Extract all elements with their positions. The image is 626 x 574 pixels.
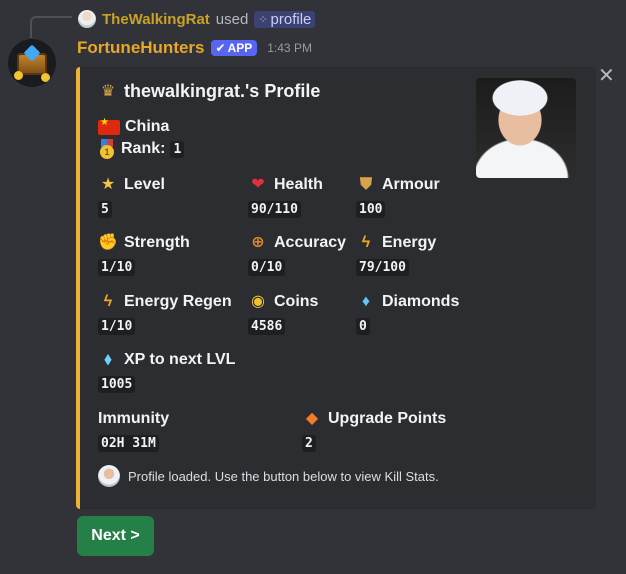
field-value: 0 (356, 318, 370, 335)
field-energy: ϟ Energy 79/100 (356, 232, 436, 276)
command-name: profile (270, 10, 312, 28)
reply-connector (30, 16, 72, 38)
medal-icon: 1 (98, 139, 116, 159)
footer-avatar (98, 465, 120, 487)
app-badge: ✔ APP (210, 40, 258, 56)
country-name: China (125, 118, 170, 135)
field-value: 90/110 (248, 201, 301, 218)
upgrade-gem-icon: ◆ (305, 410, 319, 427)
field-value: 1/10 (98, 259, 136, 276)
close-icon[interactable]: ✕ (598, 66, 615, 86)
field-label: Level (124, 176, 165, 193)
field-value: 5 (98, 201, 112, 218)
shield-icon: ⛊ (359, 176, 372, 193)
field-label: Energy (382, 234, 437, 251)
field-label: Armour (382, 176, 440, 193)
field-level: ★ Level 5 (98, 174, 165, 218)
lightning-regen-icon: ϟ (103, 293, 113, 310)
footer-text: Profile loaded. Use the button below to … (128, 468, 439, 484)
field-armour: ⛊ Armour 100 (356, 174, 440, 218)
lightning-icon: ϟ (361, 234, 371, 251)
star-icon: ★ (100, 176, 116, 193)
field-strength: ✊ Strength 1/10 (98, 232, 190, 276)
replied-username[interactable]: TheWalkingRat (102, 11, 210, 28)
field-energy-regen: ϟ Energy Regen 1/10 (98, 291, 232, 335)
field-label: Coins (274, 293, 319, 310)
message-timestamp[interactable]: 1:43 PM (267, 41, 312, 55)
field-value: 0/10 (248, 259, 286, 276)
field-value: 1005 (98, 376, 136, 393)
profile-embed: ♛ thewalkingrat.'s Profile China 1 Rank:… (76, 67, 596, 509)
field-value: 100 (356, 201, 386, 218)
field-label: Diamonds (382, 293, 460, 310)
field-value: 2 (302, 435, 316, 452)
embed-footer: Profile loaded. Use the button below to … (98, 465, 439, 487)
flag-china-icon (98, 117, 120, 135)
coin-icon (14, 71, 23, 80)
slash-command-chip[interactable]: ⁘ profile (254, 10, 316, 28)
crosshair-icon: ⊕ (251, 234, 265, 251)
field-xp: ⬧ XP to next LVL 1005 (98, 349, 235, 393)
app-badge-label: APP (227, 41, 253, 55)
next-button[interactable]: Next > (77, 516, 154, 556)
slash-command-icon: ⁘ (258, 13, 268, 26)
field-coins: ◉ Coins 4586 (248, 291, 318, 335)
rank-value: 1 (170, 140, 185, 158)
rank-line: 1 Rank: 1 (98, 139, 185, 159)
field-value: 79/100 (356, 259, 409, 276)
bot-username[interactable]: FortuneHunters (77, 38, 205, 58)
bicep-icon: ✊ (98, 234, 118, 251)
reply-reference[interactable]: TheWalkingRat used ⁘ profile (78, 8, 316, 30)
field-label: Immunity (98, 410, 170, 427)
field-accuracy: ⊕ Accuracy 0/10 (248, 232, 346, 276)
crystal-icon: ⬧ (104, 351, 112, 368)
field-diamonds: ♦ Diamonds 0 (356, 291, 459, 335)
field-label: XP to next LVL (124, 351, 236, 368)
message-header: FortuneHunters ✔ APP 1:43 PM (77, 38, 312, 58)
field-label: Strength (124, 234, 190, 251)
coins-icon: ◉ (251, 293, 265, 310)
field-immunity: Immunity 02H 31M (98, 408, 169, 452)
profile-thumbnail[interactable] (476, 78, 576, 178)
bot-avatar[interactable] (8, 39, 56, 87)
coin-icon (41, 73, 50, 82)
reply-used-text: used (215, 10, 249, 28)
rank-label: Rank: (121, 140, 166, 157)
field-label: Health (274, 176, 323, 193)
field-value: 1/10 (98, 318, 136, 335)
country-line: China (98, 117, 170, 136)
field-label: Accuracy (274, 234, 347, 251)
field-label: Energy Regen (124, 293, 232, 310)
field-value: 02H 31M (98, 435, 159, 452)
checkmark-icon: ✔ (215, 41, 226, 55)
replied-user-avatar[interactable] (78, 10, 96, 28)
embed-title: ♛ thewalkingrat.'s Profile (98, 81, 321, 102)
field-value: 4586 (248, 318, 286, 335)
profile-crest-icon: ♛ (100, 82, 116, 100)
heart-icon: ❤ (251, 176, 265, 193)
field-label: Upgrade Points (328, 410, 447, 427)
embed-title-text: thewalkingrat.'s Profile (124, 81, 321, 101)
field-health: ❤ Health 90/110 (248, 174, 323, 218)
diamond-icon: ♦ (361, 293, 371, 310)
field-upgrade-points: ◆ Upgrade Points 2 (302, 408, 446, 452)
